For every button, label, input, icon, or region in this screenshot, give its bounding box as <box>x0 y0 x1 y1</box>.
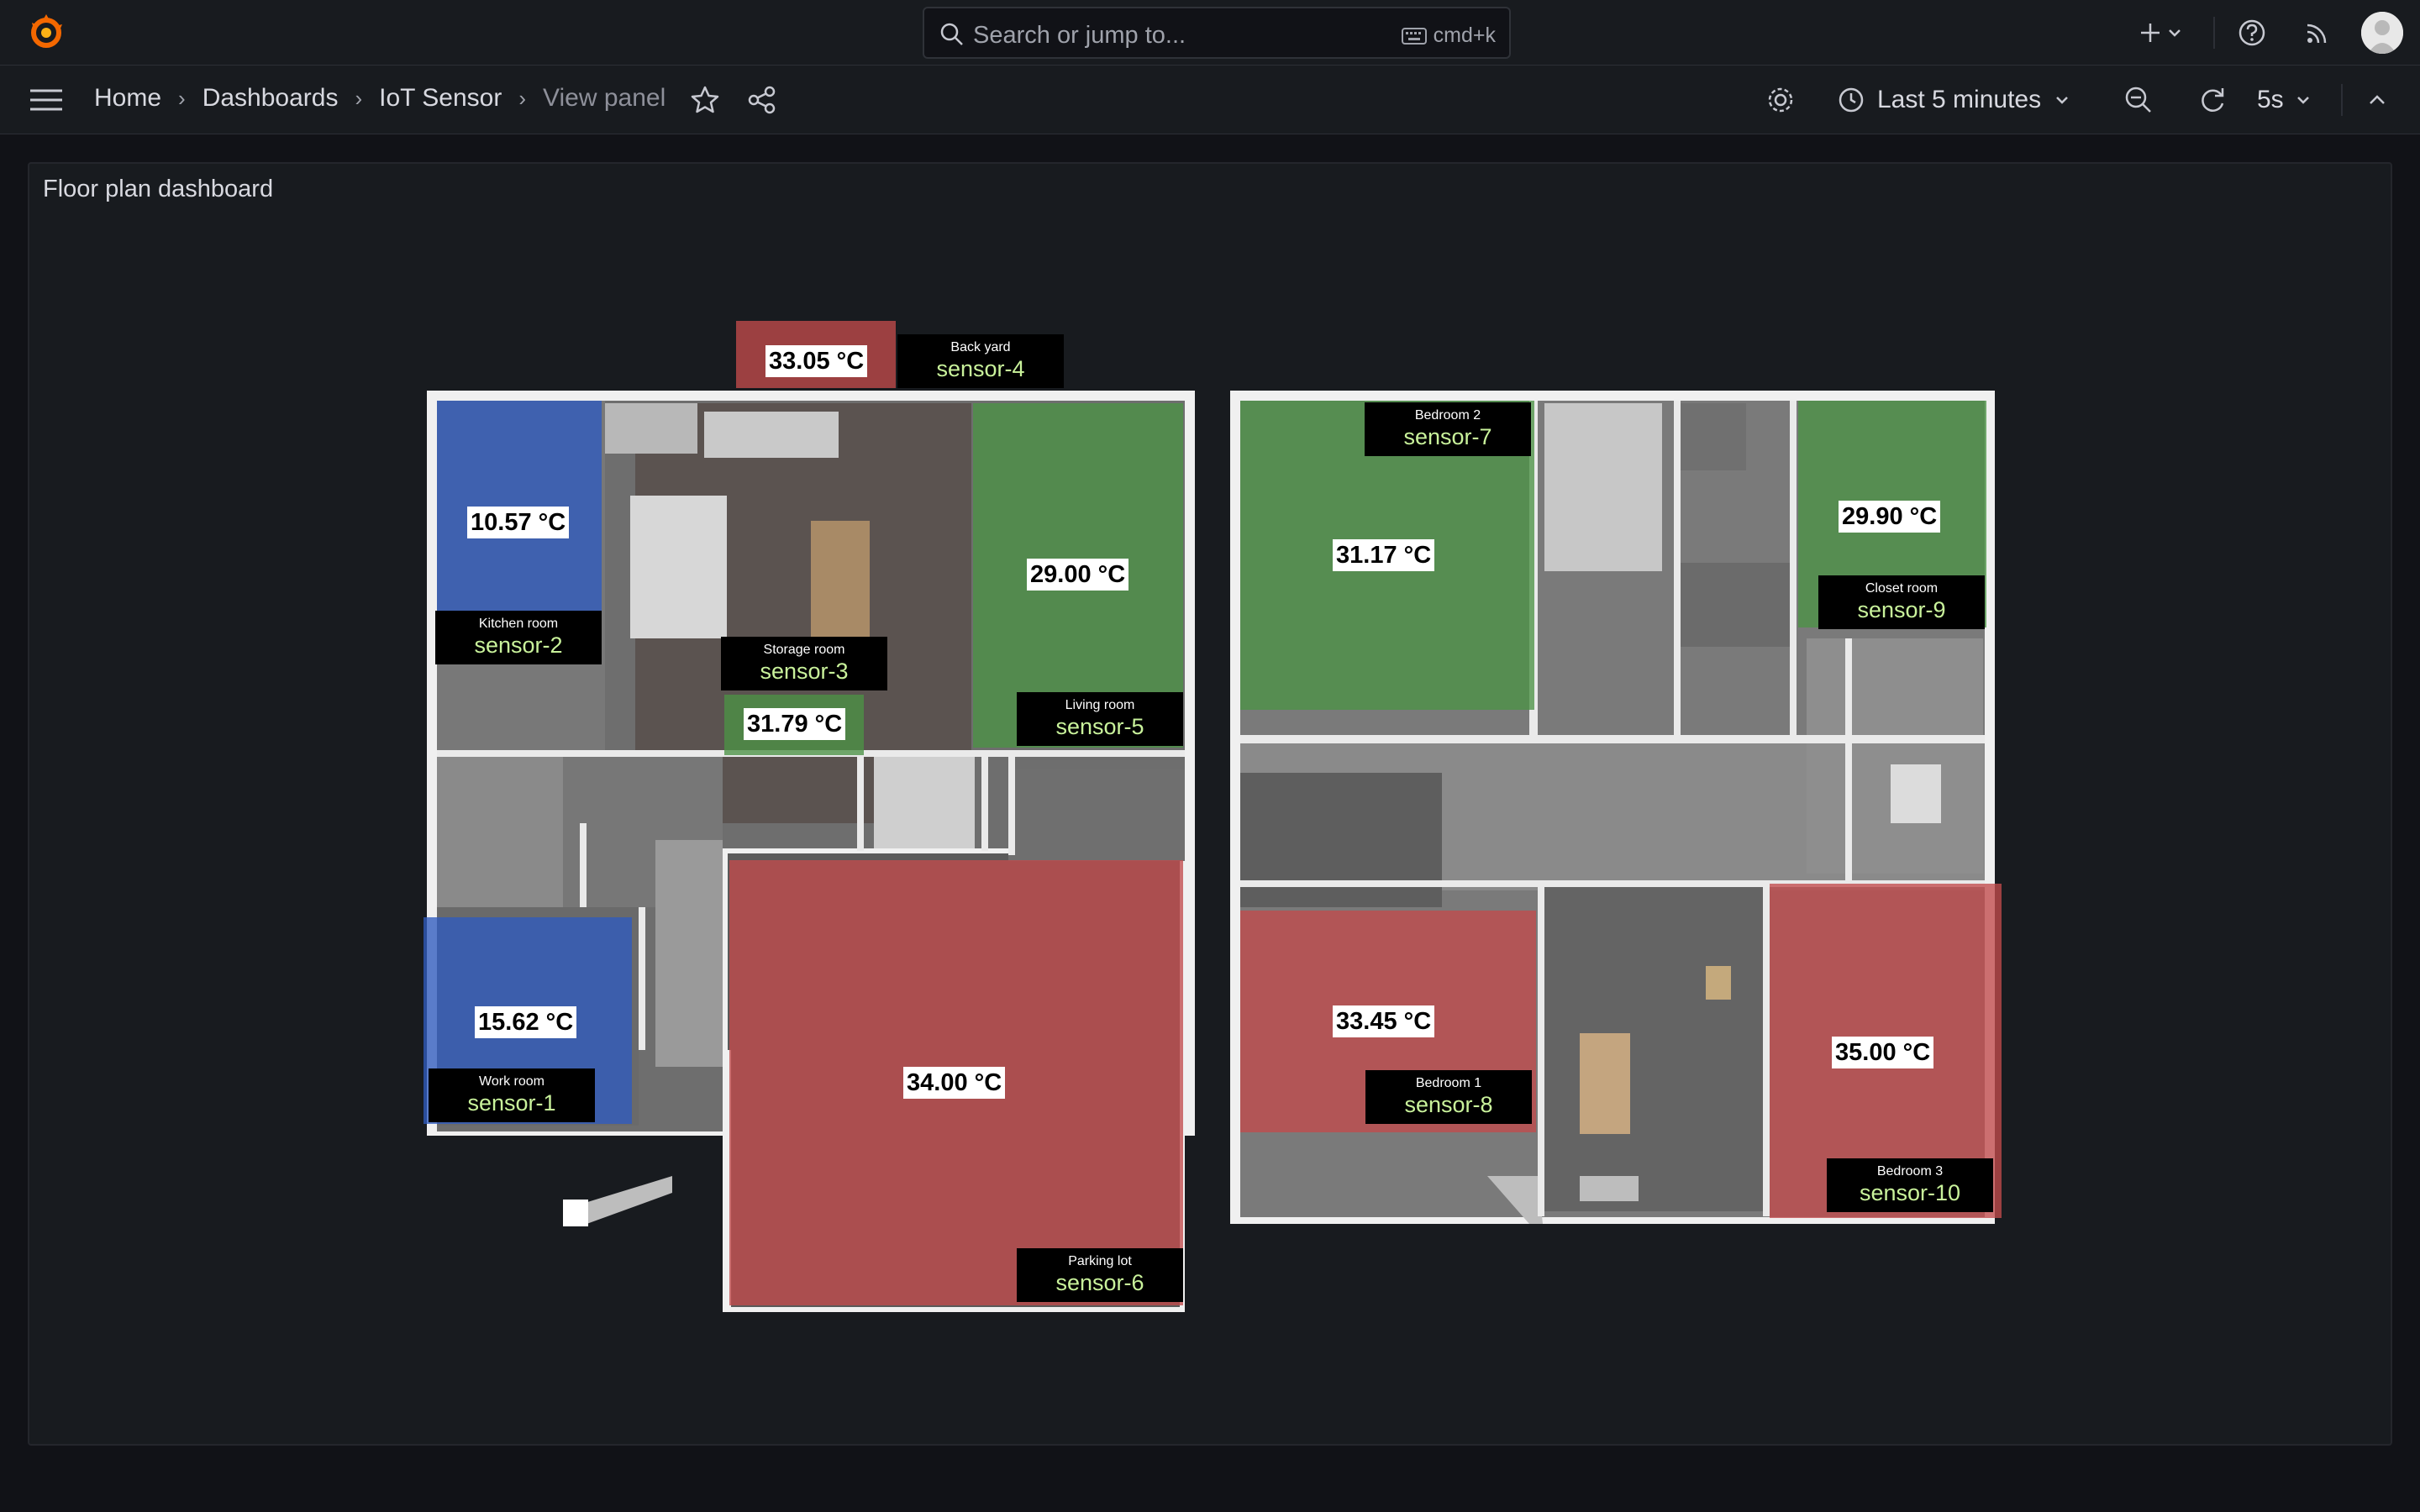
news-feed-icon[interactable] <box>2301 16 2334 50</box>
sensor-label-bedroom-1[interactable]: Bedroom 1 sensor-8 <box>1365 1070 1532 1124</box>
temp-value-sensor-9: 29.90 °C <box>1839 501 1941 533</box>
sensor-id: sensor-3 <box>760 659 849 684</box>
sensor-id: sensor-1 <box>467 1090 556 1116</box>
sensor-id: sensor-9 <box>1857 597 1946 622</box>
sensor-label-parking-lot[interactable]: Parking lot sensor-6 <box>1017 1248 1183 1302</box>
chevron-down-icon <box>2056 97 2068 104</box>
breadcrumb-iot-sensor[interactable]: IoT Sensor <box>379 84 502 113</box>
search-shortcut: cmd+k <box>1401 24 1496 48</box>
temp-value-sensor-8: 33.45 °C <box>1333 1005 1435 1037</box>
sensor-label-kitchen-room[interactable]: Kitchen room sensor-2 <box>435 611 602 664</box>
user-avatar[interactable] <box>2361 12 2403 54</box>
star-icon[interactable] <box>689 84 721 116</box>
room-name: Kitchen room <box>478 617 559 631</box>
room-name: Storage room <box>763 643 845 657</box>
sensor-id: sensor-7 <box>1403 424 1492 449</box>
temp-value-sensor-10: 35.00 °C <box>1832 1037 1934 1068</box>
divider <box>2341 84 2343 116</box>
room-name: Bedroom 2 <box>1414 408 1481 423</box>
room-name: Bedroom 3 <box>1876 1164 1944 1179</box>
chevron-right-icon: › <box>518 85 527 111</box>
sensor-label-storage-room[interactable]: Storage room sensor-3 <box>721 637 887 690</box>
refresh-interval-picker[interactable]: 5s <box>2257 81 2312 119</box>
chevron-up-icon[interactable] <box>2361 84 2393 116</box>
sensor-id: sensor-5 <box>1055 714 1144 739</box>
sensor-id: sensor-2 <box>474 633 563 658</box>
chevron-right-icon: › <box>178 85 186 111</box>
breadcrumb: Home › Dashboards › IoT Sensor › View pa… <box>94 84 666 113</box>
time-range-picker[interactable]: Last 5 minutes <box>1837 81 2071 119</box>
keyboard-icon <box>1401 27 1427 45</box>
floor-plan-panel: Floor plan dashboard <box>28 162 2392 1446</box>
breadcrumb-dashboards[interactable]: Dashboards <box>203 84 339 113</box>
grafana-logo-icon[interactable] <box>25 11 67 53</box>
shortcut-text: cmd+k <box>1433 24 1496 47</box>
add-new-icon[interactable] <box>2134 16 2168 50</box>
room-name: Back yard <box>950 340 1011 354</box>
refresh-icon[interactable] <box>2196 84 2228 116</box>
chevron-down-icon <box>2296 97 2309 104</box>
search-placeholder: Search or jump to... <box>973 22 1186 49</box>
search-icon <box>940 23 963 45</box>
sensor-id: sensor-10 <box>1859 1180 1961 1205</box>
room-name: Bedroom 1 <box>1415 1076 1482 1090</box>
toolbar: Home › Dashboards › IoT Sensor › View pa… <box>0 66 2420 134</box>
temp-value-sensor-2: 10.57 °C <box>467 507 570 538</box>
chevron-down-icon[interactable] <box>2166 16 2183 50</box>
zoom-out-icon[interactable] <box>2123 84 2154 116</box>
share-icon[interactable] <box>746 84 778 116</box>
clock-icon <box>1839 87 1864 113</box>
top-bar: Search or jump to... cmd+k <box>0 0 2420 66</box>
temp-value-sensor-4: 33.05 °C <box>765 345 868 377</box>
search-input[interactable]: Search or jump to... cmd+k <box>923 7 1511 59</box>
sensor-label-living-room[interactable]: Living room sensor-5 <box>1017 692 1183 746</box>
sensor-label-back-yard[interactable]: Back yard sensor-4 <box>897 334 1064 388</box>
chevron-right-icon: › <box>355 85 363 111</box>
time-range-label: Last 5 minutes <box>1877 86 2042 113</box>
breadcrumb-view-panel: View panel <box>543 84 666 112</box>
sensor-id: sensor-6 <box>1055 1270 1144 1295</box>
panel-title: Floor plan dashboard <box>43 176 274 202</box>
menu-icon[interactable] <box>29 87 64 113</box>
room-name: Work room <box>479 1074 544 1089</box>
help-icon[interactable] <box>2235 16 2269 50</box>
temp-value-sensor-1: 15.62 °C <box>475 1006 577 1038</box>
sensor-id: sensor-4 <box>936 356 1025 381</box>
room-name: Closet room <box>1865 581 1939 596</box>
room-name: Parking lot <box>1068 1254 1132 1268</box>
room-name: Living room <box>1065 698 1135 712</box>
gear-icon[interactable] <box>1765 84 1797 116</box>
sensor-label-closet-room[interactable]: Closet room sensor-9 <box>1818 575 1985 629</box>
temp-value-sensor-3: 31.79 °C <box>744 708 846 740</box>
sensor-label-bedroom-2[interactable]: Bedroom 2 sensor-7 <box>1365 402 1531 456</box>
sensor-label-work-room[interactable]: Work room sensor-1 <box>429 1068 595 1122</box>
sensor-id: sensor-8 <box>1404 1092 1493 1117</box>
temp-value-sensor-5: 29.00 °C <box>1027 559 1129 591</box>
refresh-interval-label: 5s <box>2257 86 2284 113</box>
temp-value-sensor-6: 34.00 °C <box>903 1067 1006 1099</box>
sensor-label-bedroom-3[interactable]: Bedroom 3 sensor-10 <box>1827 1158 1993 1212</box>
temp-value-sensor-7: 31.17 °C <box>1333 539 1435 571</box>
breadcrumb-home[interactable]: Home <box>94 84 161 113</box>
divider <box>2213 17 2215 49</box>
zone-kitchen-room <box>437 401 602 611</box>
